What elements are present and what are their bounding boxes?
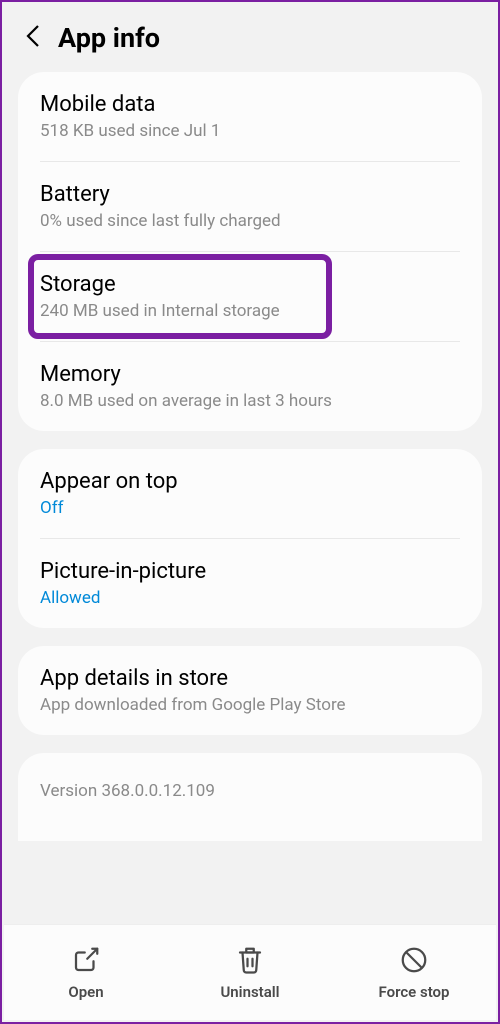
card-usage: Mobile data 518 KB used since Jul 1 Batt…: [18, 72, 482, 431]
card-store: App details in store App downloaded from…: [18, 646, 482, 735]
version-info: Version 368.0.0.12.109: [18, 753, 482, 841]
uninstall-button[interactable]: Uninstall: [168, 945, 332, 1001]
bar-label: Uninstall: [220, 983, 279, 1001]
page-title: App info: [58, 22, 160, 54]
bar-label: Force stop: [379, 983, 450, 1001]
bottom-bar: Open Uninstall Force stop: [4, 924, 496, 1020]
item-storage[interactable]: Storage 240 MB used in Internal storage: [18, 252, 482, 341]
trash-icon: [235, 945, 265, 975]
force-stop-button[interactable]: Force stop: [332, 945, 496, 1001]
item-sub: App downloaded from Google Play Store: [40, 695, 460, 715]
open-icon: [71, 945, 101, 975]
item-battery[interactable]: Battery 0% used since last fully charged: [18, 162, 482, 251]
card-display: Appear on top Off Picture-in-picture All…: [18, 449, 482, 628]
item-picture-in-picture[interactable]: Picture-in-picture Allowed: [18, 539, 482, 628]
item-app-details[interactable]: App details in store App downloaded from…: [18, 646, 482, 735]
item-memory[interactable]: Memory 8.0 MB used on average in last 3 …: [18, 342, 482, 431]
item-title: Storage: [40, 272, 460, 297]
header: App info: [2, 2, 498, 72]
back-button[interactable]: [26, 24, 40, 52]
force-stop-icon: [399, 945, 429, 975]
item-title: Mobile data: [40, 92, 460, 117]
item-sub: 8.0 MB used on average in last 3 hours: [40, 391, 460, 411]
item-status: Off: [40, 498, 460, 518]
item-status: Allowed: [40, 588, 460, 608]
item-title: Appear on top: [40, 469, 460, 494]
item-title: Battery: [40, 182, 460, 207]
item-sub: 518 KB used since Jul 1: [40, 121, 460, 141]
item-title: Memory: [40, 362, 460, 387]
item-title: Picture-in-picture: [40, 559, 460, 584]
item-sub: 0% used since last fully charged: [40, 211, 460, 231]
item-mobile-data[interactable]: Mobile data 518 KB used since Jul 1: [18, 72, 482, 161]
open-button[interactable]: Open: [4, 945, 168, 1001]
item-appear-on-top[interactable]: Appear on top Off: [18, 449, 482, 538]
bar-label: Open: [68, 983, 103, 1001]
item-sub: 240 MB used in Internal storage: [40, 301, 460, 321]
item-title: App details in store: [40, 666, 460, 691]
